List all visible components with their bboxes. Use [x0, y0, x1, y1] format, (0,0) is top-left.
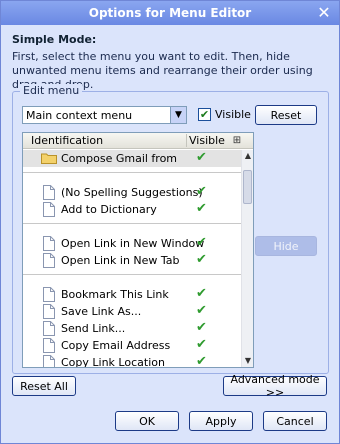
scroll-up-icon[interactable]: ▲ [242, 150, 253, 162]
list-item-label: Bookmark This Link [61, 288, 169, 301]
list-item-label: (No Spelling Suggestions) [61, 186, 203, 199]
advanced-mode-button-label: Advanced mode >> [230, 373, 320, 399]
list-item-label: Open Link in New Window [61, 237, 205, 250]
list-item[interactable]: Copy Link Location ✔ [23, 354, 241, 368]
apply-button[interactable]: Apply [189, 411, 253, 431]
ok-button-label: OK [139, 414, 155, 428]
document-icon [43, 338, 55, 353]
column-header-visible[interactable]: Visible [189, 134, 225, 147]
visible-check-icon[interactable]: ✔ [196, 303, 210, 318]
checkmark-icon: ✔ [199, 108, 210, 121]
scrollbar-thumb[interactable] [243, 170, 252, 204]
document-icon [43, 287, 55, 302]
folder-icon [41, 153, 57, 164]
cancel-button-label: Cancel [276, 414, 314, 428]
document-icon [43, 304, 55, 319]
list-item-label: Add to Dictionary [61, 203, 157, 216]
menu-select-value: Main context menu [26, 109, 133, 122]
list-item-label: Send Link... [61, 322, 126, 335]
list-item[interactable]: Copy Email Address ✔ [23, 337, 241, 354]
document-icon [43, 236, 55, 251]
ok-button[interactable]: OK [115, 411, 179, 431]
column-picker-icon[interactable]: ⊞ [230, 134, 244, 147]
edit-menu-group-label: Edit menu [20, 84, 83, 97]
column-divider [186, 134, 187, 147]
list-item[interactable]: Bookmark This Link ✔ [23, 286, 241, 303]
list-item-label: Copy Link Location [61, 356, 165, 368]
options-dialog: Options for Menu Editor ✕ Simple Mode: F… [0, 0, 340, 444]
document-icon [43, 202, 55, 217]
list-item-label: Compose Gmail from [61, 152, 178, 165]
close-icon[interactable]: ✕ [315, 4, 333, 22]
edit-menu-group: Edit menu Main context menu ▼ ✔ Visible … [12, 84, 329, 374]
list-item[interactable]: Save Link As... ✔ [23, 303, 241, 320]
list-item[interactable]: Compose Gmail from ✔ [23, 150, 241, 167]
list-separator [23, 172, 241, 173]
reset-all-button[interactable]: Reset All [12, 376, 76, 396]
document-icon [43, 185, 55, 200]
document-icon [43, 321, 55, 336]
menu-items-list: Identification Visible ⊞ Compose Gmail f… [22, 132, 254, 368]
visible-check-icon[interactable]: ✔ [196, 320, 210, 335]
visible-check-icon[interactable]: ✔ [196, 354, 210, 367]
reset-button-label: Reset [270, 108, 302, 122]
list-item-label: Copy Email Address [61, 339, 171, 352]
scroll-down-icon[interactable]: ▼ [242, 355, 253, 367]
title-bar[interactable]: Options for Menu Editor ✕ [1, 1, 339, 25]
reset-all-button-label: Reset All [20, 379, 68, 393]
dialog-title: Options for Menu Editor [88, 6, 252, 20]
list-item-label: Open Link in New Tab [61, 254, 180, 267]
document-icon [43, 355, 55, 367]
visible-checkbox-label[interactable]: Visible [215, 108, 251, 121]
list-separator [23, 223, 241, 224]
cancel-button[interactable]: Cancel [263, 411, 327, 431]
apply-button-label: Apply [205, 414, 237, 428]
visible-checkbox[interactable]: ✔ [198, 108, 211, 121]
hide-button[interactable]: Hide [255, 236, 317, 256]
column-header-identification[interactable]: Identification [31, 134, 103, 147]
visible-check-icon[interactable]: ✔ [196, 337, 210, 352]
chevron-down-icon[interactable]: ▼ [170, 107, 186, 123]
advanced-mode-button[interactable]: Advanced mode >> [223, 373, 327, 399]
menu-select[interactable]: Main context menu ▼ [22, 106, 187, 124]
vertical-scrollbar[interactable]: ▲ ▼ [241, 150, 253, 367]
mode-title: Simple Mode: [12, 33, 97, 46]
list-separator [23, 274, 241, 275]
visible-check-icon[interactable]: ✔ [196, 150, 210, 165]
reset-button[interactable]: Reset [255, 105, 317, 125]
visible-check-icon[interactable]: ✔ [196, 252, 210, 267]
dialog-content: Simple Mode: First, select the menu you … [1, 25, 339, 443]
list-header: Identification Visible ⊞ [23, 133, 253, 149]
list-item[interactable]: Send Link... ✔ [23, 320, 241, 337]
list-item[interactable]: (No Spelling Suggestions) ✔ [23, 184, 241, 201]
visible-check-icon[interactable]: ✔ [196, 235, 210, 250]
list-item-label: Save Link As... [61, 305, 142, 318]
visible-check-icon[interactable]: ✔ [196, 184, 210, 199]
visible-check-icon[interactable]: ✔ [196, 201, 210, 216]
list-item[interactable]: Open Link in New Window ✔ [23, 235, 241, 252]
visible-check-icon[interactable]: ✔ [196, 286, 210, 301]
document-icon [43, 253, 55, 268]
list-item[interactable]: Open Link in New Tab ✔ [23, 252, 241, 269]
list-item[interactable]: Add to Dictionary ✔ [23, 201, 241, 218]
hide-button-label: Hide [273, 239, 299, 253]
